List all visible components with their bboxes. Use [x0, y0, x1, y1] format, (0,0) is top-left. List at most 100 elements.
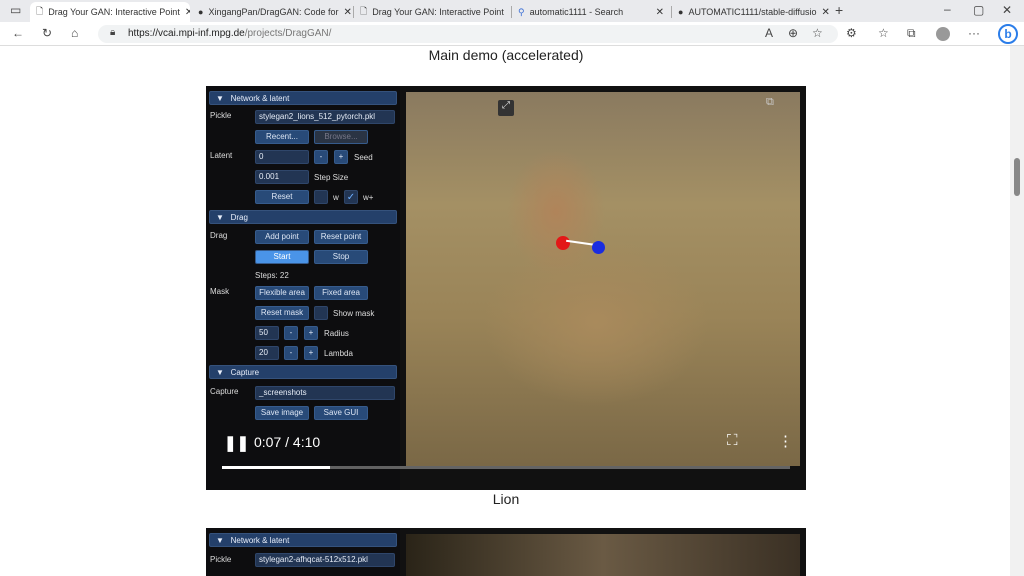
w-checkbox[interactable]: [314, 190, 328, 204]
seed-minus-button[interactable]: -: [314, 150, 328, 164]
capture-input[interactable]: _screenshots: [255, 386, 395, 400]
drag-label: Drag: [210, 231, 228, 240]
restore-icon[interactable]: ▢: [973, 3, 984, 17]
show-mask-checkbox[interactable]: [314, 306, 328, 320]
new-tab-icon[interactable]: +: [835, 2, 843, 18]
lambda-plus-button[interactable]: +: [304, 346, 318, 360]
pip-icon[interactable]: ⧉: [766, 96, 774, 109]
extensions-icon[interactable]: ⚙: [846, 26, 857, 40]
more-icon[interactable]: ···: [968, 26, 980, 40]
step-size-input[interactable]: 0.001: [255, 170, 309, 184]
refresh-icon[interactable]: ↻: [42, 26, 52, 40]
github-icon: ●: [198, 7, 204, 17]
tab-label: Drag Your GAN: Interactive Point: [48, 7, 180, 17]
flexible-area-button[interactable]: Flexible area: [255, 286, 309, 300]
close-icon[interactable]: ✕: [822, 7, 830, 18]
tab-draggan-2[interactable]: 🗋 Drag Your GAN: Interactive Point ✕: [354, 2, 510, 22]
recent-button[interactable]: Recent...: [255, 130, 309, 144]
lambda-minus-button[interactable]: -: [284, 346, 298, 360]
lion-image[interactable]: ⤢ ⧉: [406, 92, 800, 466]
bing-icon[interactable]: b: [998, 24, 1018, 44]
capture-label: Capture: [210, 387, 239, 396]
draggan-gui-panel: ▼ Network & latent Pickle stylegan2_lion…: [206, 86, 400, 490]
tab-label: XingangPan/DragGAN: Code for: [208, 7, 339, 17]
radius-input[interactable]: 50: [255, 326, 279, 340]
save-gui-button[interactable]: Save GUI: [314, 406, 368, 420]
read-aloud-icon[interactable]: A: [765, 26, 773, 40]
network-latent-header[interactable]: ▼ Network & latent: [209, 533, 397, 547]
tab-draggan-1[interactable]: 🗋 Drag Your GAN: Interactive Point ✕: [30, 2, 190, 22]
wplus-label: w+: [363, 193, 374, 202]
cat-image: [406, 534, 800, 576]
tab-label: AUTOMATIC1111/stable-diffusio: [688, 7, 817, 17]
tab-actions-icon[interactable]: ▭: [10, 3, 21, 17]
step-size-label: Step Size: [314, 173, 349, 182]
close-window-icon[interactable]: ✕: [1002, 3, 1012, 17]
pause-icon[interactable]: ❚❚: [224, 434, 249, 452]
close-icon[interactable]: ✕: [344, 7, 352, 18]
save-image-button[interactable]: Save image: [255, 406, 309, 420]
drag-header[interactable]: ▼ Drag: [209, 210, 397, 224]
video-time: 0:07 / 4:10: [254, 434, 321, 450]
wplus-checkbox[interactable]: ✓: [344, 190, 358, 204]
video-progress-fill: [222, 466, 330, 469]
demo-video[interactable]: ▼ Network & latent Pickle stylegan2_lion…: [206, 86, 806, 490]
second-demo-video[interactable]: ▼ Network & latent Pickle stylegan2-afhq…: [206, 528, 806, 576]
close-icon[interactable]: ✕: [185, 7, 190, 18]
seed-plus-button[interactable]: +: [334, 150, 348, 164]
radius-label: Radius: [324, 329, 349, 338]
favorite-icon[interactable]: ☆: [812, 26, 823, 40]
pickle-input[interactable]: stylegan2_lions_512_pytorch.pkl: [255, 110, 395, 124]
zoom-icon[interactable]: ⊕: [788, 26, 798, 40]
capture-header[interactable]: ▼ Capture: [209, 365, 397, 379]
reset-button[interactable]: Reset: [255, 190, 309, 204]
latent-input[interactable]: 0: [255, 150, 309, 164]
profile-avatar[interactable]: [936, 27, 950, 41]
collections-icon[interactable]: ⧉: [907, 26, 916, 41]
minimize-icon[interactable]: –: [944, 2, 951, 16]
scrollbar-thumb[interactable]: [1014, 158, 1020, 196]
more-options-icon[interactable]: ⋮: [778, 432, 793, 450]
radius-plus-button[interactable]: +: [304, 326, 318, 340]
add-point-button[interactable]: Add point: [255, 230, 309, 244]
pickle-input[interactable]: stylegan2-afhqcat-512x512.pkl: [255, 553, 395, 567]
demo-title: Main demo (accelerated): [428, 47, 584, 63]
close-icon[interactable]: ✕: [656, 7, 664, 18]
stop-button[interactable]: Stop: [314, 250, 368, 264]
fixed-area-button[interactable]: Fixed area: [314, 286, 368, 300]
reset-mask-button[interactable]: Reset mask: [255, 306, 309, 320]
lock-icon[interactable]: 🔒︎: [110, 27, 115, 38]
lambda-input[interactable]: 20: [255, 346, 279, 360]
close-icon[interactable]: ✕: [509, 7, 510, 18]
page-icon: 🗋: [360, 6, 368, 16]
pickle-label: Pickle: [210, 111, 232, 120]
handle-point[interactable]: [556, 236, 570, 250]
reset-point-button[interactable]: Reset point: [314, 230, 368, 244]
browse-button[interactable]: Browse...: [314, 130, 368, 144]
github-icon: ●: [678, 7, 684, 17]
tab-search[interactable]: ⚲ automatic1111 - Search ✕: [512, 2, 670, 22]
page-scrollbar[interactable]: [1010, 46, 1024, 576]
start-button[interactable]: Start: [255, 250, 309, 264]
tab-github-sd[interactable]: ● AUTOMATIC1111/stable-diffusio ✕: [672, 2, 830, 22]
url-host: https://vcai.mpi-inf.mpg.de: [128, 28, 245, 39]
w-label: w: [333, 193, 339, 202]
mask-label: Mask: [210, 287, 230, 296]
address-bar-row: ← ↻ ⌂ https://vcai.mpi-inf.mpg.de/projec…: [0, 22, 1024, 46]
steps-count: Steps: 22: [255, 271, 289, 280]
expand-icon[interactable]: ⤢: [498, 100, 514, 116]
radius-minus-button[interactable]: -: [284, 326, 298, 340]
url-input[interactable]: https://vcai.mpi-inf.mpg.de/projects/Dra…: [98, 25, 838, 43]
back-icon[interactable]: ←: [12, 26, 24, 40]
video-progress-bar[interactable]: [222, 466, 790, 469]
home-icon[interactable]: ⌂: [71, 26, 78, 40]
tab-label: Drag Your GAN: Interactive Point: [372, 7, 504, 17]
header-label: Network & latent: [230, 94, 290, 103]
show-mask-label: Show mask: [333, 309, 375, 318]
fullscreen-icon[interactable]: ⛶: [727, 432, 738, 449]
favorites-icon[interactable]: ☆: [878, 26, 889, 40]
tab-bar: ▭ 🗋 Drag Your GAN: Interactive Point ✕ ● Xi…: [0, 0, 1024, 22]
target-point[interactable]: [592, 241, 605, 254]
network-latent-header[interactable]: ▼ Network & latent: [209, 91, 397, 105]
tab-github-draggan[interactable]: ● XingangPan/DragGAN: Code for ✕: [192, 2, 352, 22]
